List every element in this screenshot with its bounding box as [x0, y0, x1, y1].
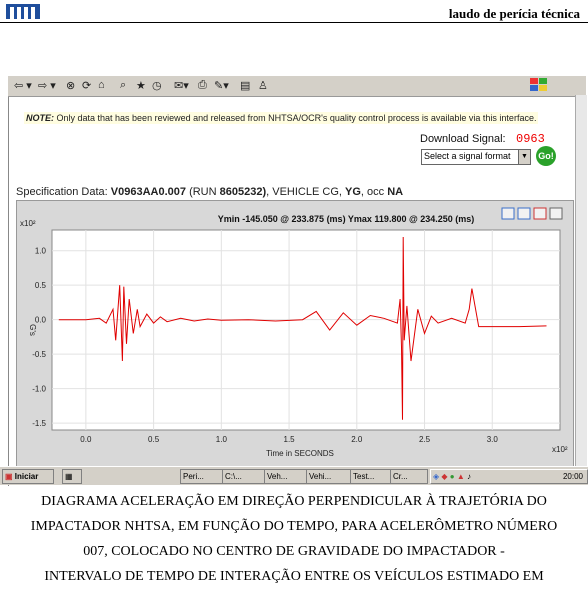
y-tick-label: -1.0 [32, 385, 46, 394]
start-button[interactable]: ▣ Iniciar [2, 469, 54, 484]
print-icon[interactable]: ⎙ [198, 79, 207, 92]
messenger-icon[interactable]: ♙ [258, 79, 268, 92]
x-tick-label: 2.5 [419, 435, 431, 444]
discuss-icon[interactable]: ▤ [240, 79, 250, 92]
stop-icon[interactable]: ⊗ [66, 79, 75, 92]
y-tick-label: 0.5 [35, 281, 47, 290]
y-axis-label: G's [28, 324, 37, 336]
shield-icon: ◈ [433, 472, 440, 481]
x-tick-label: 1.0 [216, 435, 228, 444]
edit-icon[interactable]: ✎▾ [214, 79, 229, 92]
home-icon[interactable]: ⌂ [98, 79, 105, 91]
windows-flag-icon: ▣ [5, 472, 13, 481]
windows-flag-icon [530, 78, 548, 95]
y-tick-label: -1.5 [32, 419, 46, 428]
signal-format-select[interactable]: Select a signal format ▼ [421, 149, 531, 165]
x-tick-label: 0.5 [148, 435, 160, 444]
caption-line-3: 007, COLOCADO NO CENTRO DE GRAVIDADE DO … [83, 544, 505, 559]
spec-id: V0963AA0.007 [110, 186, 187, 198]
history-icon[interactable]: ◷ [152, 79, 162, 92]
task-item-5[interactable]: Test... [350, 469, 392, 484]
spec-occ-value: NA [387, 186, 404, 198]
spec-vehicle: , VEHICLE CG, [266, 186, 345, 198]
spec-occ: , occ [360, 186, 388, 198]
x-tick-label: 3.0 [487, 435, 499, 444]
save-chart-icon [501, 207, 515, 220]
clock: 20:00 [562, 472, 583, 481]
refresh-icon[interactable]: ⟳ [82, 79, 91, 92]
alert-icon: ▲ [456, 472, 465, 481]
header-title: laudo de perícia técnica [448, 6, 580, 21]
signal-number: 0963 [516, 132, 545, 146]
vertical-scrollbar[interactable] [575, 95, 587, 468]
y-tick-label: -0.5 [32, 350, 46, 359]
caption-line-2: IMPACTADOR NHTSA, EM FUNÇÃO DO TEMPO, PA… [30, 519, 558, 534]
back-icon[interactable]: ⇦ ▾ [14, 79, 32, 92]
caption-line-1: DIAGRAMA ACELERAÇÃO EM DIREÇÃO PERPENDIC… [41, 494, 547, 509]
spec-prefix: Specification Data: [16, 186, 108, 198]
quality-note: NOTE: Only data that has been reviewed a… [24, 112, 539, 124]
download-signal-label: Download Signal: [420, 133, 506, 145]
note-text: Only data that has been reviewed and rel… [54, 113, 537, 123]
forward-icon[interactable]: ⇨ ▾ [38, 79, 56, 92]
y-tick-label: 1.0 [35, 247, 47, 256]
volume-icon[interactable]: ♪ [467, 472, 471, 481]
task-item-2[interactable]: C:\... [222, 469, 266, 484]
task-item-1[interactable]: Peri... [180, 469, 224, 484]
y-multiplier: x10² [20, 219, 36, 228]
task-item-6[interactable]: Cr... [390, 469, 428, 484]
x-tick-label: 1.5 [284, 435, 296, 444]
caption-line-4: INTERVALO DE TEMPO DE INTERAÇÃO ENTRE OS… [44, 569, 544, 584]
specification-data: Specification Data: V0963AA0.007 (RUN 86… [16, 186, 403, 198]
header-divider [0, 22, 588, 23]
search-icon[interactable]: ⌕ [120, 79, 126, 92]
x-multiplier: x10² [552, 445, 568, 454]
x-axis-label: Time in SECONDS [266, 449, 334, 458]
x-tick-label: 2.0 [351, 435, 363, 444]
spec-run: 8605232) [219, 186, 267, 198]
acceleration-chart: 1.00.50.0-0.5-1.0-1.50.0 0.5 1.0 1.5 2.0 2.5 3… [20, 207, 568, 458]
desktop-icon[interactable]: ▦ [62, 469, 82, 484]
network-icon: ◆ [441, 472, 448, 481]
spec-axis: YG [345, 186, 361, 198]
browser-toolbar: ⇦ ▾ ⇨ ▾ ⊗ ⟳ ⌂ ⌕ ★ ◷ ✉▾ ⎙ ✎▾ ▤ ♙ [8, 76, 586, 97]
export-chart-icon [517, 207, 531, 220]
task-item-4[interactable]: Vehi... [306, 469, 352, 484]
note-label: NOTE: [26, 113, 54, 123]
taskbar: ▣ Iniciar ▦ Peri... C:\... Veh... Vehi..… [0, 466, 588, 485]
task-item-3[interactable]: Veh... [264, 469, 308, 484]
signal-format-value: Select a signal format [424, 151, 511, 161]
plot-area [51, 229, 561, 431]
system-tray: ◈ ◆ ● ▲ ♪ 20:00 [430, 469, 588, 484]
chevron-down-icon: ▼ [518, 150, 530, 164]
x-tick-label: 0.0 [80, 435, 92, 444]
start-label: Iniciar [14, 472, 39, 481]
antivirus-icon: ● [449, 472, 455, 481]
figure-caption: DIAGRAMA ACELERAÇÃO EM DIREÇÃO PERPENDIC… [0, 489, 588, 589]
go-button[interactable]: Go! [536, 146, 556, 166]
spec-run-open: (RUN [189, 186, 217, 198]
chart-title: Ymin -145.050 @ 233.875 (ms) Ymax 119.80… [218, 214, 475, 224]
zoom-chart-icon [533, 207, 547, 220]
favorites-icon[interactable]: ★ [136, 79, 146, 92]
close-chart-icon [549, 207, 563, 220]
mail-icon[interactable]: ✉▾ [174, 79, 189, 92]
logo-icon [6, 4, 40, 19]
